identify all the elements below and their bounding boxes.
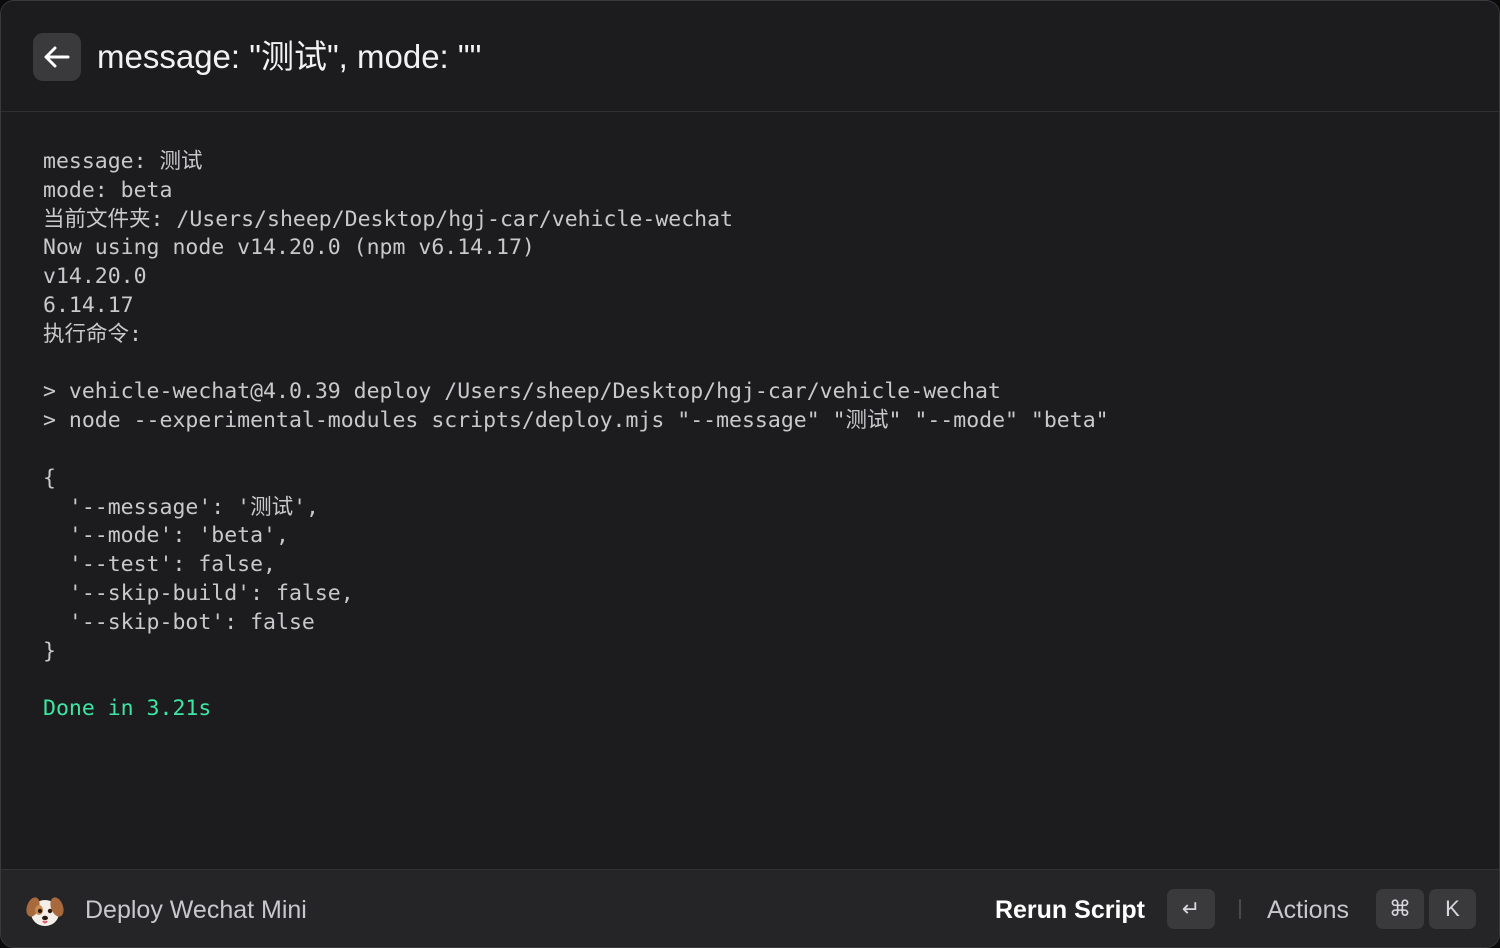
log-line: > vehicle-wechat@4.0.39 deploy /Users/sh… — [43, 379, 1001, 405]
log-line: } — [43, 638, 56, 664]
command-key-icon: ⌘ — [1376, 889, 1424, 929]
log-line: 执行命令: — [43, 321, 142, 347]
log-line: > node --experimental-modules scripts/de… — [43, 408, 1109, 434]
actions-button[interactable]: Actions — [1267, 894, 1349, 926]
page-title: message: "测试", mode: "" — [97, 38, 482, 75]
divider — [1239, 899, 1241, 919]
log-line: { — [43, 465, 56, 491]
log-line: '--skip-build': false, — [43, 580, 354, 606]
command-name: Deploy Wechat Mini — [85, 896, 307, 924]
log-line: 6.14.17 — [43, 292, 134, 318]
log-line: '--skip-bot': false — [43, 609, 315, 635]
log-line: v14.20.0 — [43, 264, 147, 290]
output-panel: message: 测试 mode: beta 当前文件夹: /Users/sheep… — [1, 112, 1499, 869]
back-button[interactable] — [33, 33, 81, 81]
success-line: Done in 3.21s — [43, 696, 212, 722]
k-key: K — [1429, 889, 1476, 929]
action-bar: Deploy Wechat Mini Rerun Script ↵ Action… — [1, 869, 1499, 947]
arrow-left-icon — [44, 46, 70, 68]
log-line: '--message': '测试', — [43, 494, 319, 520]
output-log: message: 测试 mode: beta 当前文件夹: /Users/sheep… — [43, 148, 1109, 724]
log-line: '--test': false, — [43, 552, 276, 578]
log-line: Now using node v14.20.0 (npm v6.14.17) — [43, 235, 535, 261]
log-line: 当前文件夹: /Users/sheep/Desktop/hgj-car/vehi… — [43, 206, 733, 232]
log-line: message: 测试 — [43, 149, 203, 174]
log-line: '--mode': 'beta', — [43, 523, 289, 549]
script-output-window: message: "测试", mode: "" message: 测试 mode:… — [0, 0, 1500, 948]
rerun-script-button[interactable]: Rerun Script — [995, 894, 1145, 926]
header-bar: message: "测试", mode: "" — [1, 1, 1499, 112]
log-line: mode: beta — [43, 177, 173, 203]
puppy-face-icon — [26, 897, 64, 926]
enter-key-icon: ↵ — [1167, 889, 1215, 929]
